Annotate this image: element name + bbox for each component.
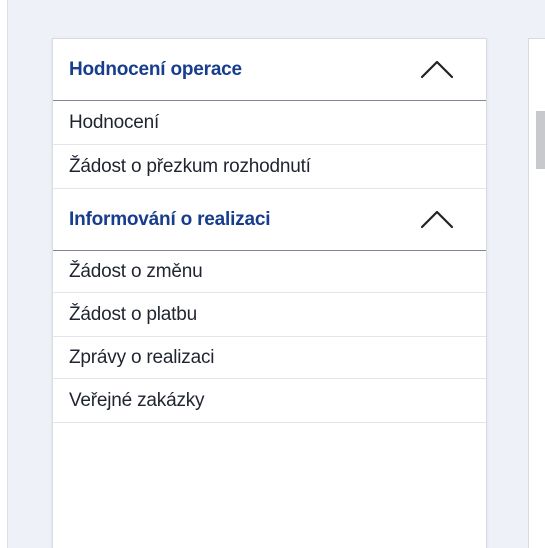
section-title: Informování o realizaci [69,208,271,230]
chevron-up-icon[interactable] [420,209,454,229]
menu-item-verejne-zakazky[interactable]: Veřejné zakázky [53,379,486,423]
menu-item-hodnoceni[interactable]: Hodnocení [53,101,486,145]
scrollbar-thumb[interactable] [536,111,545,169]
menu-item-label: Zprávy o realizaci [69,346,215,368]
menu-item-zadost-o-zmenu[interactable]: Žádost o změnu [53,251,486,293]
menu-item-label: Veřejné zakázky [69,389,205,411]
menu-item-zadost-o-prezkum-rozhodnuti[interactable]: Žádost o přezkum rozhodnutí [53,145,486,189]
app-canvas: Hodnocení operace Hodnocení Žádost o pře… [0,0,545,548]
menu-item-zadost-o-platbu[interactable]: Žádost o platbu [53,293,486,337]
sidebar-navigation: Hodnocení operace Hodnocení Žádost o pře… [52,38,487,548]
menu-item-label: Žádost o přezkum rozhodnutí [69,155,311,177]
menu-item-label: Žádost o platbu [69,303,197,325]
section-header-hodnoceni-operace[interactable]: Hodnocení operace [53,39,486,101]
section-header-informovani-o-realizaci[interactable]: Informování o realizaci [53,189,486,251]
chevron-up-icon[interactable] [420,59,454,79]
menu-item-label: Žádost o změnu [69,260,203,282]
content-panel [528,38,545,548]
menu-item-label: Hodnocení [69,111,160,133]
menu-item-zpravy-o-realizaci[interactable]: Zprávy o realizaci [53,337,486,379]
section-title: Hodnocení operace [69,58,242,80]
left-edge-panel [0,0,8,548]
